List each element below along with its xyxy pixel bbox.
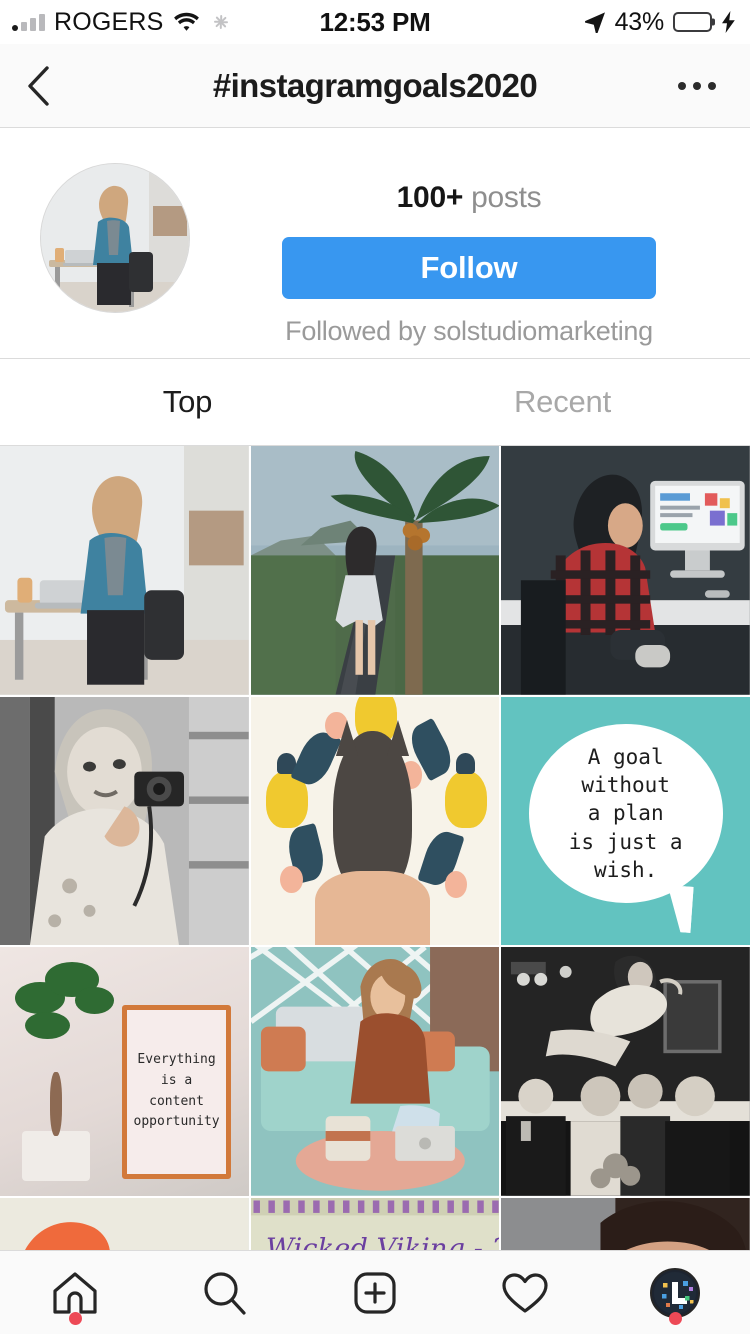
grid-post-image: Wicked Viking - 2020 Schedule xyxy=(250,1198,500,1250)
nav-add-post[interactable] xyxy=(300,1251,450,1334)
more-options-button[interactable] xyxy=(670,64,724,108)
grid-post-tile[interactable]: A goal without a plan is just a wish. xyxy=(501,696,750,946)
chevron-left-icon xyxy=(28,65,49,106)
nav-home[interactable] xyxy=(0,1251,150,1334)
grid-post-image xyxy=(501,947,750,1197)
nav-search[interactable] xyxy=(150,1251,300,1334)
grid-post-image xyxy=(0,1198,249,1250)
post-grid: A goal without a plan is just a wish. Ev… xyxy=(0,446,750,1250)
grid-post-image xyxy=(0,446,249,695)
followed-by-label: Followed by solstudiomarketing xyxy=(285,316,653,346)
hashtag-avatar-container xyxy=(0,159,230,313)
grid-post-tile[interactable] xyxy=(250,947,500,1197)
more-options-icon xyxy=(678,81,686,90)
grid-post-tile[interactable] xyxy=(501,947,750,1197)
navigation-bar: #instagramgoals2020 xyxy=(0,44,750,128)
home-icon xyxy=(53,1271,97,1314)
add-post-icon xyxy=(354,1271,396,1314)
bottom-navigation-bar xyxy=(0,1250,750,1334)
hashtag-info-section: 100+ posts Follow Followed by solstudiom… xyxy=(0,128,750,359)
post-grid-scroll[interactable]: A goal without a plan is just a wish. Ev… xyxy=(0,446,750,1250)
tab-recent[interactable]: Recent xyxy=(375,359,750,445)
tab-top[interactable]: Top xyxy=(0,359,375,445)
grid-post-tile[interactable] xyxy=(0,446,249,695)
grid-post-image xyxy=(250,947,500,1197)
posts-count: 100+ xyxy=(396,181,464,214)
grid-post-tile[interactable] xyxy=(501,446,750,695)
grid-post-image xyxy=(501,1198,750,1250)
posts-count-line: 100+ posts xyxy=(397,181,542,215)
profile-avatar-icon xyxy=(650,1267,700,1318)
back-button[interactable] xyxy=(26,64,70,108)
grid-post-image xyxy=(501,446,750,695)
profile-notification-dot xyxy=(668,1312,682,1325)
grid-post-image: Everything is a content opportunity xyxy=(0,947,249,1197)
grid-post-tile[interactable] xyxy=(250,696,500,946)
location-arrow-icon xyxy=(584,11,606,34)
nav-activity[interactable] xyxy=(450,1251,600,1334)
hashtag-meta: 100+ posts Follow Followed by solstudiom… xyxy=(230,159,750,347)
page-title: #instagramgoals2020 xyxy=(212,66,538,104)
grid-post-tile[interactable] xyxy=(0,696,249,946)
grid-post-image xyxy=(250,696,500,946)
hashtag-avatar[interactable] xyxy=(40,163,190,313)
grid-post-tile[interactable] xyxy=(250,446,500,695)
grid-post-tile[interactable] xyxy=(0,1198,249,1250)
home-notification-dot xyxy=(68,1312,82,1325)
status-bar-right: 43% xyxy=(584,8,736,37)
grid-post-tile[interactable] xyxy=(501,1198,750,1250)
heart-activity-icon xyxy=(502,1272,548,1313)
posts-label: posts xyxy=(471,181,542,214)
grid-post-image xyxy=(0,696,249,946)
grid-post-tile[interactable]: Wicked Viking - 2020 Schedule xyxy=(250,1198,500,1250)
grid-post-tile[interactable]: Everything is a content opportunity xyxy=(0,947,249,1197)
status-bar: ROGERS 12:53 PM 43% xyxy=(0,0,750,44)
nav-profile[interactable] xyxy=(600,1251,750,1334)
grid-post-image: A goal without a plan is just a wish. xyxy=(501,696,750,946)
follow-button[interactable]: Follow xyxy=(282,237,656,299)
feed-tabs: Top Recent xyxy=(0,359,750,446)
charging-bolt-icon xyxy=(721,11,736,33)
instagram-hashtag-screen: ROGERS 12:53 PM 43% #instagramgoals2020 … xyxy=(0,0,750,1334)
svg-text:Wicked Viking - 2020 Schedule: Wicked Viking - 2020 Schedule xyxy=(266,1234,500,1250)
battery-percent-label: 43% xyxy=(614,7,665,36)
search-icon xyxy=(204,1271,246,1315)
battery-icon xyxy=(673,12,712,32)
grid-post-image xyxy=(250,446,500,695)
